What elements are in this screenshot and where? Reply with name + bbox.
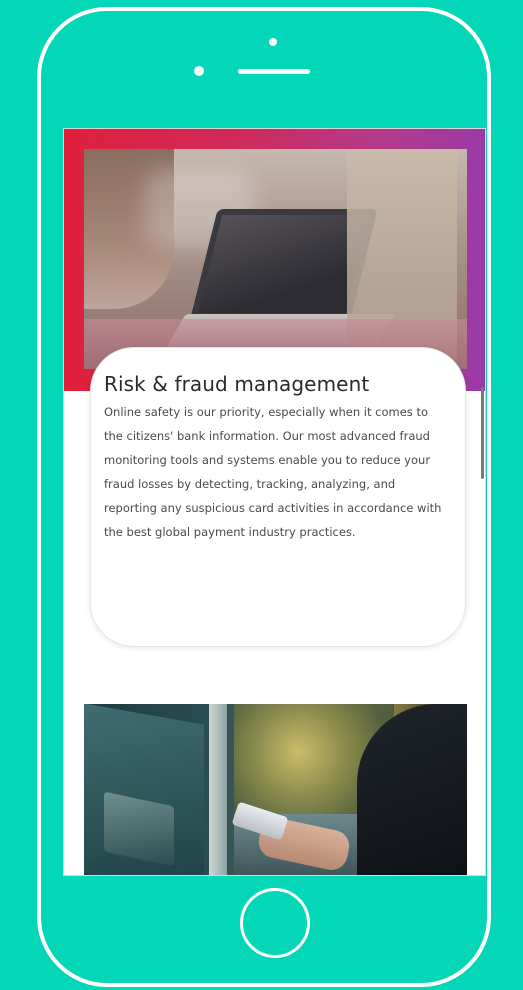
card-image-laptop-meeting xyxy=(84,149,467,369)
card-image-atm-phone xyxy=(84,704,467,875)
phone-screen[interactable]: Risk & fraud management Online safety is… xyxy=(63,128,486,876)
home-button-icon[interactable] xyxy=(240,888,310,958)
front-sensor-icon xyxy=(194,66,204,76)
photo-column xyxy=(209,704,227,875)
camera-dot-icon xyxy=(269,38,277,46)
speaker-icon xyxy=(238,69,310,74)
phone-mockup-frame: Risk & fraud management Online safety is… xyxy=(0,0,523,990)
scrollbar-thumb[interactable] xyxy=(481,387,484,479)
card-description: Online safety is our priority, especiall… xyxy=(104,405,442,539)
card-title: Risk & fraud management xyxy=(104,372,370,396)
